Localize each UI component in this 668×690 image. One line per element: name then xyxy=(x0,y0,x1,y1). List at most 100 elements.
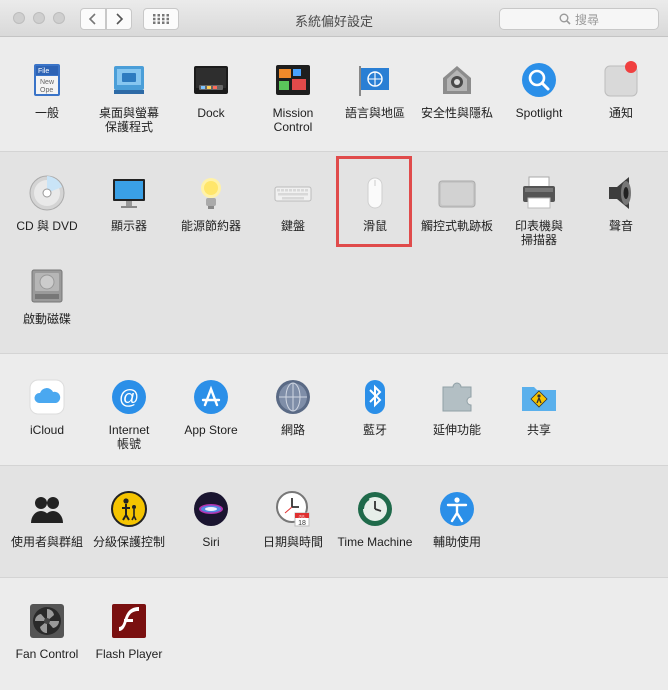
system-preferences-window: 系統偏好設定 搜尋 File New Ope 一般 桌面與螢幕 保護程式 Dock Miss… xyxy=(0,0,668,690)
pref-trackpad[interactable]: 觸控式軌跡板 xyxy=(416,173,498,233)
pref-label: 共享 xyxy=(526,423,551,437)
pref-language[interactable]: 語言與地區 xyxy=(334,60,416,120)
pref-icloud[interactable]: iCloud xyxy=(6,377,88,437)
pref-label: 網路 xyxy=(280,423,305,437)
pref-internet[interactable]: @ Internet 帳號 xyxy=(88,377,170,451)
flash-icon xyxy=(109,601,149,641)
pref-label: 能源節約器 xyxy=(180,219,241,233)
pref-label: 聲音 xyxy=(608,219,633,233)
pref-label: 安全性與隱私 xyxy=(420,106,493,120)
pref-label: 一般 xyxy=(34,106,59,120)
search-icon xyxy=(559,13,571,25)
pref-accessibility[interactable]: 輔助使用 xyxy=(416,489,498,549)
disk-icon xyxy=(27,266,67,306)
pref-label: Siri xyxy=(202,535,220,549)
svg-text:18: 18 xyxy=(298,520,306,527)
pref-label: 輔助使用 xyxy=(432,535,481,549)
pref-network[interactable]: 網路 xyxy=(252,377,334,437)
pref-label: Dock xyxy=(197,106,225,120)
pref-label: 日期與時間 xyxy=(262,535,323,549)
pref-desktop[interactable]: 桌面與螢幕 保護程式 xyxy=(88,60,170,134)
pref-label: 桌面與螢幕 保護程式 xyxy=(98,106,159,134)
pref-siri[interactable]: Siri xyxy=(170,489,252,549)
pref-displays[interactable]: 顯示器 xyxy=(88,173,170,233)
pref-dock[interactable]: Dock xyxy=(170,60,252,120)
pref-sound[interactable]: 聲音 xyxy=(580,173,662,233)
mouse-highlight-box xyxy=(336,156,412,247)
notifications-icon xyxy=(601,60,641,100)
bulb-icon xyxy=(191,173,231,213)
trackpad-icon xyxy=(437,173,477,213)
pref-spotlight[interactable]: Spotlight xyxy=(498,60,580,120)
time-machine-icon xyxy=(355,489,395,529)
pref-printers[interactable]: 印表機與 掃描器 xyxy=(498,173,580,247)
pref-users[interactable]: 使用者與群組 xyxy=(6,489,88,549)
pref-energy[interactable]: 能源節約器 xyxy=(170,173,252,233)
pref-parental[interactable]: 分級保護控制 xyxy=(88,489,170,549)
pref-label: 顯示器 xyxy=(110,219,147,233)
pref-label: 印表機與 掃描器 xyxy=(514,219,563,247)
pref-cddvd[interactable]: CD 與 DVD xyxy=(6,173,88,233)
display-icon xyxy=(109,173,149,213)
pref-label: App Store xyxy=(184,423,238,437)
parental-icon xyxy=(109,489,149,529)
svg-text:File: File xyxy=(38,68,49,75)
title-bar: 系統偏好設定 搜尋 xyxy=(0,0,668,37)
pref-label: 通知 xyxy=(608,106,633,120)
icloud-icon xyxy=(27,377,67,417)
internet-accounts-icon: @ xyxy=(109,377,149,417)
language-icon xyxy=(355,60,395,100)
siri-icon xyxy=(191,489,231,529)
pref-general[interactable]: File New Ope 一般 xyxy=(6,60,88,120)
pref-label: 藍牙 xyxy=(362,423,387,437)
printer-icon xyxy=(519,173,559,213)
general-icon: File New Ope xyxy=(27,60,67,100)
pref-label: Time Machine xyxy=(337,535,413,549)
pref-mission[interactable]: Mission Control xyxy=(252,60,334,134)
pref-label: 使用者與群組 xyxy=(10,535,83,549)
fan-icon xyxy=(27,601,67,641)
pref-timemachine[interactable]: Time Machine xyxy=(334,489,416,549)
pref-flash[interactable]: Flash Player xyxy=(88,601,170,661)
bluetooth-icon xyxy=(355,377,395,417)
cd-icon xyxy=(27,173,67,213)
pref-keyboard[interactable]: 鍵盤 xyxy=(252,173,334,233)
pref-label: 啟動磁碟 xyxy=(22,312,71,326)
pref-label: Fan Control xyxy=(15,647,79,661)
pref-label: Spotlight xyxy=(515,106,563,120)
puzzle-icon xyxy=(437,377,477,417)
sharing-icon xyxy=(519,377,559,417)
keyboard-icon xyxy=(273,173,313,213)
pref-datetime[interactable]: JUL 18 日期與時間 xyxy=(252,489,334,549)
mission-control-icon xyxy=(273,60,313,100)
clock-icon: JUL 18 xyxy=(273,489,313,529)
pref-label: 語言與地區 xyxy=(344,106,405,120)
pref-fancontrol[interactable]: Fan Control xyxy=(6,601,88,661)
users-icon xyxy=(27,489,67,529)
pref-bluetooth[interactable]: 藍牙 xyxy=(334,377,416,437)
speaker-icon xyxy=(601,173,641,213)
pref-startup[interactable]: 啟動磁碟 xyxy=(6,266,88,326)
search-field[interactable]: 搜尋 xyxy=(499,8,659,30)
security-icon xyxy=(437,60,477,100)
pref-sharing[interactable]: 共享 xyxy=(498,377,580,437)
pref-extensions[interactable]: 延伸功能 xyxy=(416,377,498,437)
pref-label: iCloud xyxy=(29,423,65,437)
dock-icon xyxy=(191,60,231,100)
svg-text:Ope: Ope xyxy=(40,87,53,94)
pref-label: Mission Control xyxy=(272,106,314,134)
pref-label: 鍵盤 xyxy=(280,219,305,233)
accessibility-icon xyxy=(437,489,477,529)
pref-label: 延伸功能 xyxy=(432,423,481,437)
pref-label: CD 與 DVD xyxy=(16,219,78,233)
svg-text:JUL: JUL xyxy=(298,514,306,519)
pref-label: Internet 帳號 xyxy=(108,423,150,451)
svg-text:New: New xyxy=(40,79,55,86)
network-icon xyxy=(273,377,313,417)
pref-notifications[interactable]: 通知 xyxy=(580,60,662,120)
spotlight-icon xyxy=(519,60,559,100)
svg-text:@: @ xyxy=(119,387,139,409)
pref-appstore[interactable]: App Store xyxy=(170,377,252,437)
pref-label: 分級保護控制 xyxy=(92,535,165,549)
pref-security[interactable]: 安全性與隱私 xyxy=(416,60,498,120)
